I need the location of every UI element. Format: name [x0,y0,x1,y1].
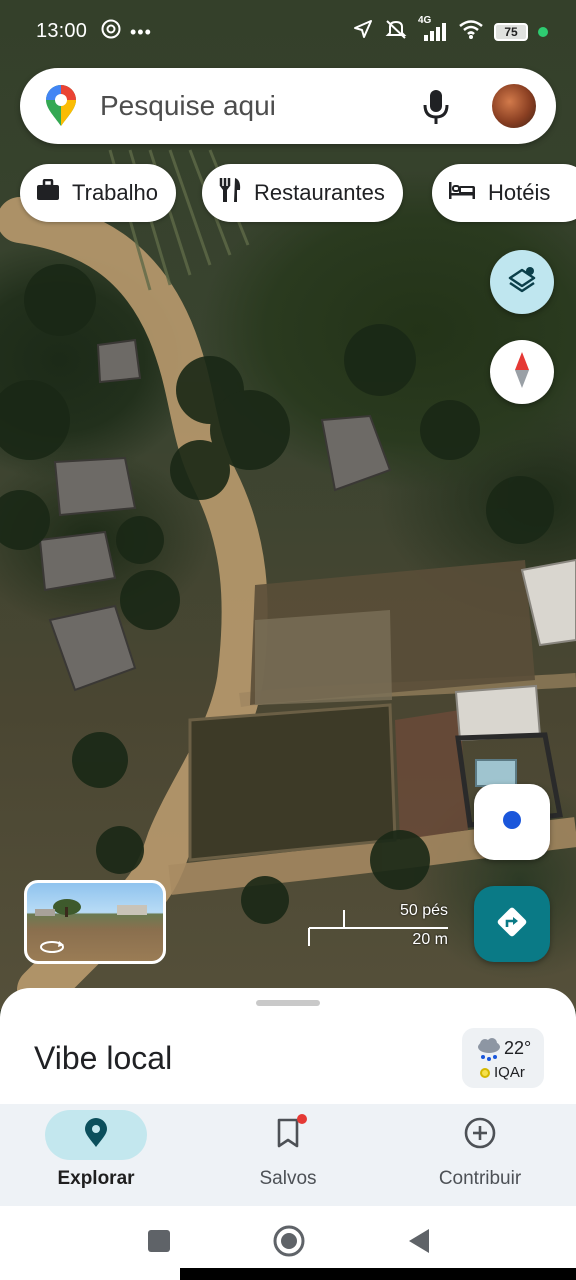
chip-label: Hotéis [488,180,551,205]
explore-pin-icon [84,1117,108,1153]
nav-label: Salvos [259,1168,317,1189]
briefcase-icon [36,178,60,207]
bookmark-icon [276,1118,300,1153]
nav-explorar[interactable]: Explorar [0,1104,192,1206]
street-view-thumbnail[interactable] [24,880,166,964]
location-arrow-icon [352,18,374,46]
my-location-button[interactable] [474,784,550,860]
nav-contribuir-pill[interactable] [429,1110,531,1160]
scale-metric: 20 m [412,931,448,948]
search-input[interactable]: Pesquise aqui [100,90,276,122]
status-time: 13:00 [36,20,88,42]
home-icon [272,1224,306,1263]
recents-button[interactable] [142,1226,176,1260]
directions-icon [494,904,530,945]
signal-icon: 4G [418,15,448,43]
search-bar[interactable]: Pesquise aqui [20,68,556,144]
rotate-360-icon [39,939,65,960]
chip-restaurantes[interactable]: Restaurantes [202,164,403,222]
notification-dot [297,1114,307,1124]
chip-trabalho[interactable]: Trabalho [20,164,177,222]
sheet-drag-handle[interactable] [256,1000,320,1006]
layers-button[interactable] [490,250,554,314]
home-button[interactable] [272,1224,306,1263]
avatar[interactable] [490,82,538,130]
bottom-navigation: Explorar Salvos Contribuir [0,1104,576,1206]
compass-button[interactable] [490,340,554,404]
network-type: 4G [418,15,432,26]
back-icon [407,1227,431,1260]
bed-icon [448,180,476,206]
nav-label: Contribuir [438,1168,522,1189]
mic-icon[interactable] [422,88,450,131]
gesture-strip [180,1268,576,1280]
mute-icon [384,18,408,46]
weather-widget[interactable]: 22° IQAr [462,1028,544,1088]
directions-button[interactable] [474,886,550,962]
weather-temperature: 22° [504,1038,532,1058]
recents-icon [147,1229,171,1258]
add-circle-icon [464,1117,496,1154]
nav-salvos[interactable]: Salvos [192,1104,384,1206]
sheet-title: Vibe local [34,1040,173,1076]
compass-icon [512,350,532,395]
nav-contribuir[interactable]: Contribuir [384,1104,576,1206]
bottom-sheet[interactable]: Vibe local 22° IQAr [0,988,576,1108]
status-bar: 13:00 ••• 4G 75 [0,0,576,62]
aqi-dot [480,1068,490,1078]
nav-explorar-pill[interactable] [45,1110,147,1160]
nav-label: Explorar [57,1168,135,1189]
privacy-indicator-dot [538,27,548,37]
aqi-label: IQAr [494,1064,525,1081]
my-location-icon [501,809,523,836]
layers-icon [506,264,538,301]
chip-label: Restaurantes [254,180,385,205]
chip-hoteis[interactable]: Hotéis [432,164,576,222]
nav-salvos-pill[interactable] [237,1110,339,1160]
map-scale: 50 pés 20 m [308,902,452,952]
rain-cloud-icon [476,1038,502,1067]
maps-pin-logo [44,85,78,132]
hotspot-icon [100,18,122,46]
more-dots-icon: ••• [130,21,152,42]
battery-indicator: 75 [494,23,528,41]
wifi-icon [458,18,484,46]
fork-knife-icon [218,177,242,209]
chip-label: Trabalho [72,180,159,205]
back-button[interactable] [402,1226,436,1260]
